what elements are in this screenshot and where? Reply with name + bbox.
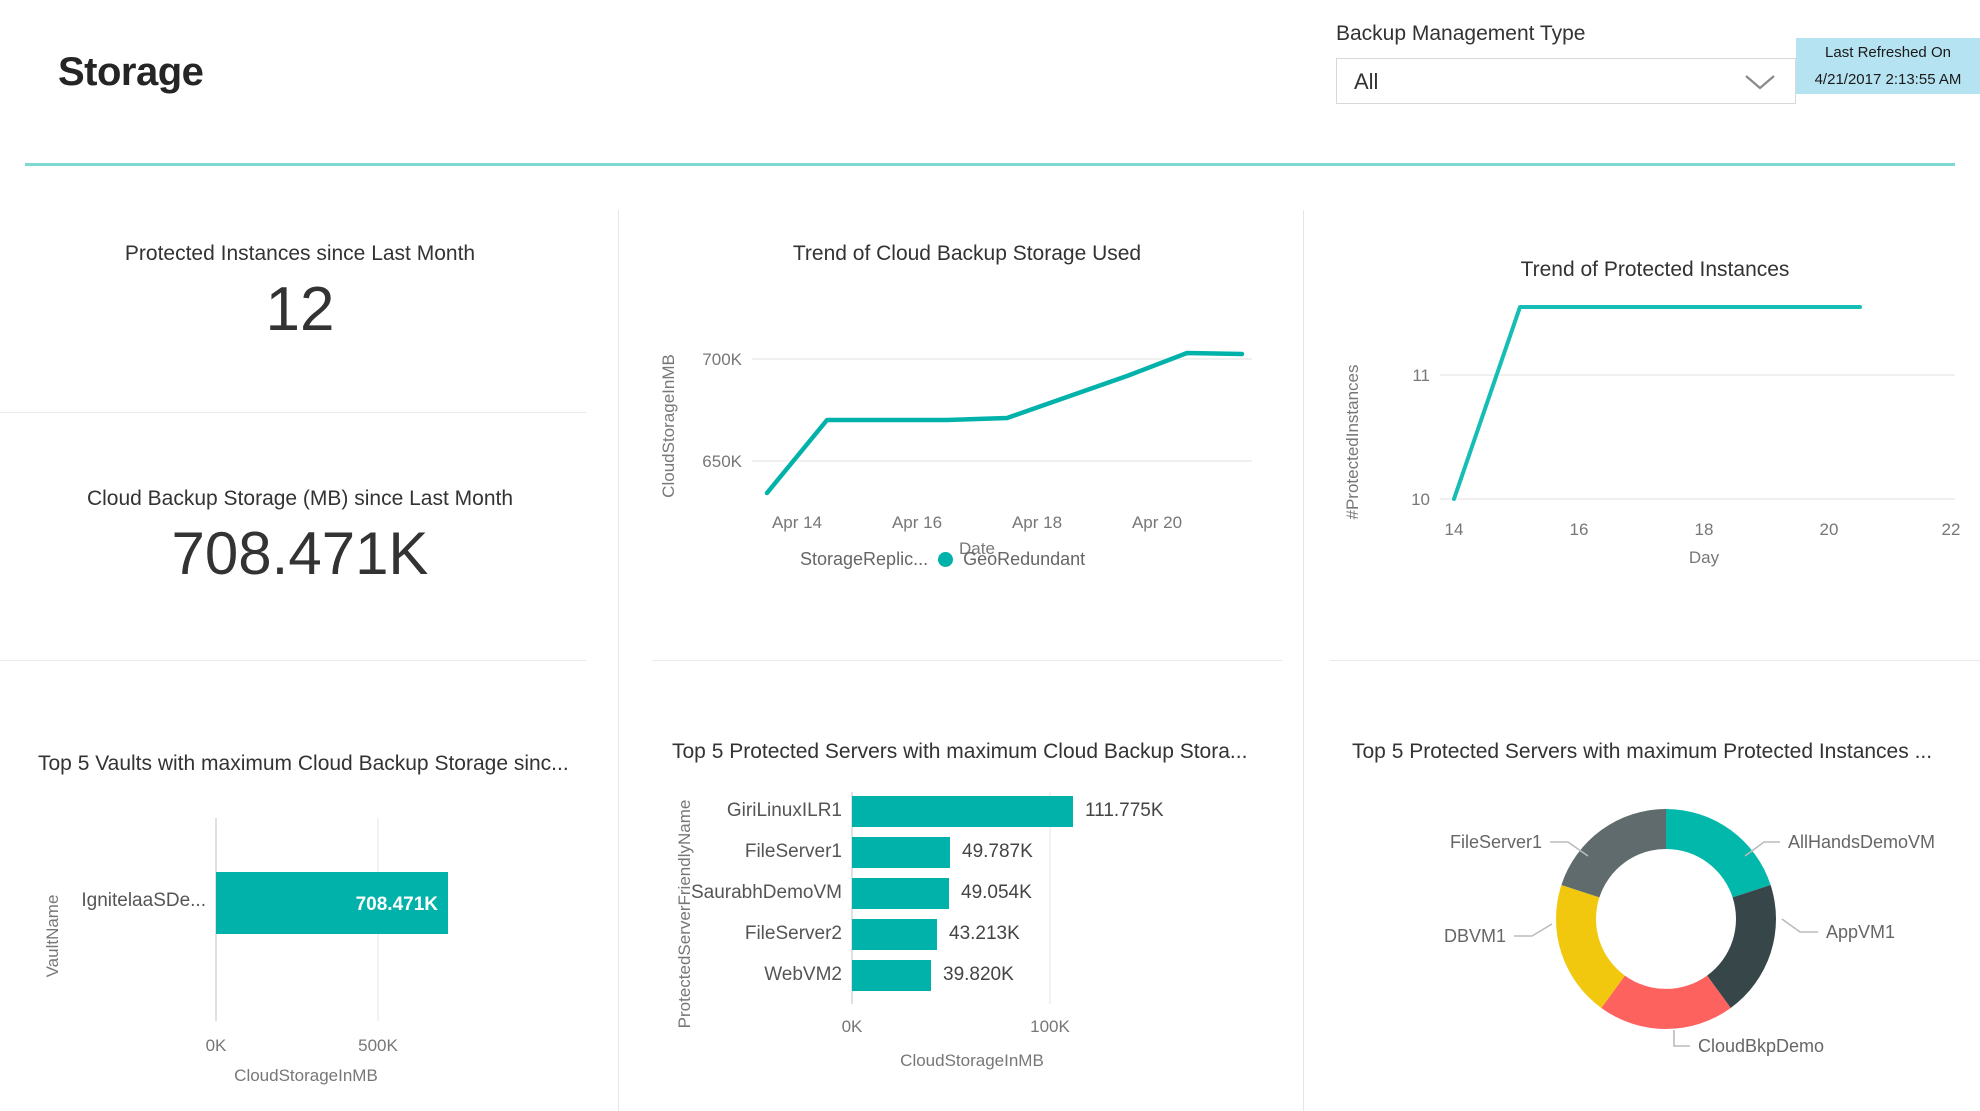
panel-divider-right: [1303, 210, 1304, 1111]
donut-label-dbvm1: DBVM1: [1444, 926, 1506, 946]
bar[interactable]: [852, 796, 1073, 827]
bar-category-label: IgnitelaaSDe...: [81, 890, 206, 911]
header-rule: [25, 163, 1955, 166]
donut-label-appvm1: AppVM1: [1826, 922, 1895, 942]
chart-title: Top 5 Protected Servers with maximum Clo…: [672, 740, 1248, 763]
bar-category-label: WebVM2: [764, 964, 842, 985]
x-tick-label: 20: [1820, 520, 1839, 539]
x-tick-label: Apr 20: [1132, 513, 1182, 532]
right-divider: [1330, 660, 1980, 661]
legend-title: StorageReplic...: [800, 549, 929, 569]
bar-value-label: 111.775K: [1085, 800, 1164, 821]
line-chart-canvas[interactable]: CloudStorageInMB 700K 650K Apr 14 Apr 16…: [652, 266, 1282, 558]
bar-value-label: 49.787K: [962, 841, 1033, 862]
donut-label-fileserver1: FileServer1: [1450, 832, 1542, 852]
bar-category-label: SaurabhDemoVM: [691, 882, 842, 903]
x-axis-title: CloudStorageInMB: [234, 1066, 378, 1085]
leader-line: [1781, 918, 1818, 933]
chart-top-servers-instances: Top 5 Protected Servers with maximum Pro…: [1352, 740, 1980, 1079]
bar[interactable]: [852, 837, 950, 868]
kpi-divider-1: [0, 412, 586, 413]
bar-value-label: 708.471K: [356, 894, 439, 915]
chart-title: Top 5 Vaults with maximum Cloud Backup S…: [38, 752, 569, 775]
kpi-value: 708.471K: [171, 520, 429, 587]
bar-value-label: 39.820K: [943, 964, 1014, 985]
kpi-card-protected-instances: Protected Instances since Last Month 12: [0, 242, 600, 345]
x-tick-label: Apr 16: [892, 513, 942, 532]
chart-trend-cloud-backup-storage: Trend of Cloud Backup Storage Used Cloud…: [652, 242, 1282, 569]
kpi-title: Cloud Backup Storage (MB) since Last Mon…: [86, 487, 514, 510]
bar-value-label: 43.213K: [949, 923, 1020, 944]
page-header: Storage Backup Management Type All Last …: [0, 0, 1980, 168]
leader-line: [1673, 1030, 1690, 1047]
x-tick-label: Apr 18: [1012, 513, 1062, 532]
donut-slice-appvm1[interactable]: [1707, 885, 1776, 1008]
donut-label-allhandsdemovm: AllHandsDemoVM: [1788, 832, 1935, 852]
donut-label-cloudbkpdemo: CloudBkpDemo: [1698, 1036, 1824, 1056]
x-tick-label: 22: [1942, 520, 1961, 539]
y-tick-label: 650K: [702, 452, 742, 471]
donut-slice-allhandsdemovm[interactable]: [1666, 809, 1771, 898]
bar[interactable]: [852, 960, 931, 991]
chart-title: Top 5 Protected Servers with maximum Pro…: [1352, 740, 1933, 763]
chart-legend[interactable]: StorageReplic... GeoRedundant: [800, 549, 1085, 570]
last-refreshed-timestamp: 4/21/2017 2:13:55 AM: [1814, 71, 1962, 88]
kpi-title: Protected Instances since Last Month: [124, 242, 476, 265]
x-axis-title: CloudStorageInMB: [900, 1051, 1044, 1070]
x-tick-label: 100K: [1030, 1017, 1070, 1036]
middle-divider: [652, 660, 1282, 661]
kpi-divider-2: [0, 660, 586, 661]
last-refreshed-badge: Last Refreshed On 4/21/2017 2:13:55 AM: [1796, 38, 1980, 94]
bar[interactable]: [852, 878, 949, 909]
bar[interactable]: [852, 919, 937, 950]
chart-trend-protected-instances: Trend of Protected Instances #ProtectedI…: [1330, 258, 1980, 577]
chart-title: Trend of Cloud Backup Storage Used: [792, 242, 1142, 265]
bar-chart-canvas[interactable]: VaultName IgnitelaaSDe... 708.471K 0K 50…: [38, 776, 608, 1086]
series-line-georedundant: [764, 350, 1245, 496]
legend-entry-label: GeoRedundant: [963, 549, 1086, 569]
y-axis-title: CloudStorageInMB: [659, 354, 678, 498]
kpi-card-cloud-backup-storage: Cloud Backup Storage (MB) since Last Mon…: [0, 487, 600, 588]
x-tick-label: Apr 14: [772, 513, 822, 532]
chevron-down-icon[interactable]: [1743, 72, 1777, 97]
y-tick-label: 11: [1412, 366, 1430, 385]
backup-management-type-slicer: Backup Management Type All: [1336, 22, 1796, 104]
slicer-label: Backup Management Type: [1336, 22, 1586, 45]
bar-chart-canvas[interactable]: ProtectedServerFriendlyName GiriLinuxILR…: [672, 764, 1282, 1094]
x-tick-label: 0K: [842, 1017, 863, 1036]
slicer-selected-value: All: [1354, 69, 1379, 94]
donut-slice-fileserver1[interactable]: [1561, 809, 1666, 898]
last-refreshed-label: Last Refreshed On: [1825, 44, 1951, 61]
x-tick-label: 14: [1445, 520, 1464, 539]
y-axis-title: ProtectedServerFriendlyName: [675, 800, 694, 1029]
kpi-value: 12: [265, 275, 335, 344]
donut-slice-cloudbkpdemo[interactable]: [1601, 975, 1731, 1030]
page-title: Storage: [58, 50, 204, 94]
legend-color-swatch: [938, 552, 954, 567]
donut-chart-canvas[interactable]: AllHandsDemoVM AppVM1 CloudBkpDemo DBVM1…: [1352, 764, 1980, 1074]
donut-slice-dbvm1[interactable]: [1556, 885, 1625, 1008]
bar-category-label: FileServer1: [745, 841, 842, 862]
bar-value-label: 49.054K: [961, 882, 1032, 903]
x-tick-label: 0K: [206, 1036, 227, 1055]
x-tick-label: 18: [1695, 520, 1714, 539]
chart-title: Trend of Protected Instances: [1520, 258, 1790, 281]
chart-top-vaults: Top 5 Vaults with maximum Cloud Backup S…: [38, 752, 608, 1091]
chart-top-servers-storage: Top 5 Protected Servers with maximum Clo…: [672, 740, 1282, 1099]
slicer-dropdown[interactable]: All: [1336, 58, 1796, 104]
series-line-protected-instances: [1452, 305, 1862, 501]
leader-line: [1514, 923, 1553, 937]
panel-divider-left: [618, 210, 619, 1111]
y-tick-label: 10: [1411, 490, 1430, 509]
x-tick-label: 500K: [358, 1036, 398, 1055]
bar-category-label: GiriLinuxILR1: [727, 800, 842, 821]
line-chart-canvas[interactable]: #ProtectedInstances 11 10 14 16 18 20 22…: [1330, 282, 1980, 572]
y-tick-label: 700K: [702, 350, 742, 369]
x-axis-title: Day: [1689, 548, 1720, 567]
bar-category-label: FileServer2: [745, 923, 842, 944]
y-axis-title: #ProtectedInstances: [1343, 365, 1362, 520]
y-axis-title: VaultName: [43, 895, 62, 978]
x-tick-label: 16: [1570, 520, 1589, 539]
